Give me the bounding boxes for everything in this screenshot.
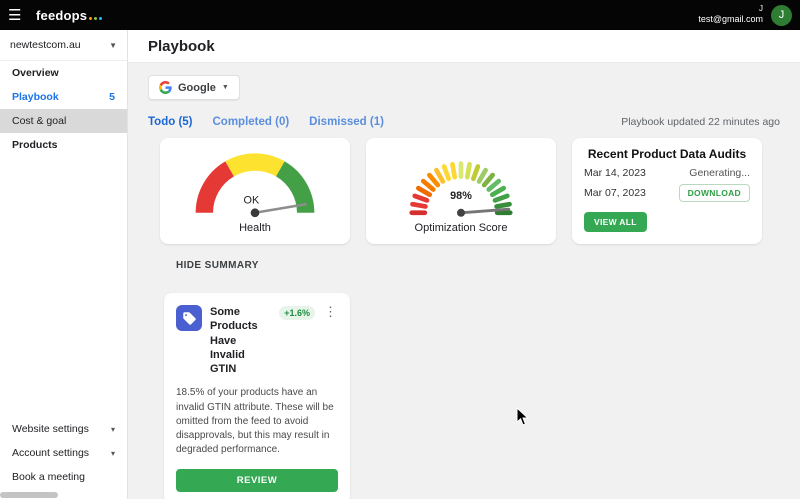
sidebar-item-account-settings[interactable]: Account settings ▾	[0, 441, 127, 465]
task-card-invalid-gtin: Some Products Have Invalid GTIN +1.6% ⋮ …	[164, 293, 350, 499]
horizontal-scrollbar[interactable]	[0, 492, 58, 498]
chevron-down-icon: ▾	[110, 448, 115, 458]
audit-status: Generating...	[689, 167, 750, 179]
site-selector-value: newtestcom.au	[10, 39, 81, 51]
sidebar-item-playbook[interactable]: Playbook 5	[0, 85, 127, 109]
audit-row: Mar 07, 2023 DOWNLOAD	[584, 184, 750, 202]
health-value: OK	[244, 194, 260, 206]
tab-dismissed[interactable]: Dismissed (1)	[309, 116, 384, 128]
health-gauge-card: OK Health	[160, 138, 350, 244]
recent-audits-card: Recent Product Data Audits Mar 14, 2023 …	[572, 138, 762, 244]
user-name: J	[759, 4, 763, 14]
health-gauge-label: Health	[239, 222, 271, 234]
hide-summary-toggle[interactable]: HIDE SUMMARY	[176, 260, 259, 271]
tab-todo[interactable]: Todo (5)	[148, 116, 193, 128]
task-title: Some Products Have Invalid GTIN	[210, 306, 258, 376]
playbook-count-badge: 5	[109, 91, 115, 103]
task-description: 18.5% of your products have an invalid G…	[176, 387, 334, 456]
avatar[interactable]: J	[771, 4, 792, 26]
channel-selector-button[interactable]: Google ▼	[148, 75, 240, 100]
topbar: ☰ feedops J test@gmail.com J	[0, 0, 800, 30]
google-logo-icon	[159, 81, 172, 94]
tag-icon	[176, 305, 202, 331]
health-gauge: OK	[195, 153, 315, 218]
sidebar-item-overview[interactable]: Overview	[0, 61, 127, 85]
page-title: Playbook	[148, 37, 215, 55]
brand-logo: feedops	[36, 7, 103, 23]
brand-text: feedops	[36, 7, 88, 23]
caret-down-icon: ▼	[221, 84, 229, 91]
main-content: Playbook Google ▼ Todo (5) Completed (0)…	[128, 30, 800, 499]
optimization-gauge-label: Optimization Score	[414, 222, 508, 234]
user-info: J test@gmail.com	[698, 4, 763, 25]
playbook-updated-text: Playbook updated 22 minutes ago	[621, 116, 780, 128]
chevron-down-icon: ▼	[109, 40, 117, 50]
brand-dots-icon	[89, 16, 103, 20]
page-header: Playbook	[128, 30, 800, 63]
tabs-row: Todo (5) Completed (0) Dismissed (1) Pla…	[148, 116, 780, 128]
sidebar-item-products[interactable]: Products	[0, 133, 127, 157]
hamburger-menu-icon[interactable]: ☰	[8, 8, 30, 23]
sidebar-item-cost-and-goal[interactable]: Cost & goal	[0, 109, 127, 133]
app-window: ☰ feedops J test@gmail.com J newtestcom.…	[0, 0, 800, 499]
audit-date: Mar 14, 2023	[584, 167, 646, 179]
site-selector-dropdown[interactable]: newtestcom.au ▼	[0, 30, 127, 61]
sidebar: newtestcom.au ▼ Overview Playbook 5 Cost…	[0, 30, 128, 499]
tab-completed[interactable]: Completed (0)	[213, 116, 290, 128]
download-button[interactable]: DOWNLOAD	[678, 184, 750, 202]
sidebar-item-website-settings[interactable]: Website settings ▾	[0, 417, 127, 441]
more-options-icon[interactable]: ⋮	[323, 305, 338, 318]
optimization-value: 98%	[450, 190, 472, 202]
view-all-button[interactable]: VIEW ALL	[584, 212, 647, 232]
audits-title: Recent Product Data Audits	[587, 147, 747, 161]
channel-selector-label: Google	[178, 81, 216, 94]
optimization-gauge-card: 98% Optimization Score	[366, 138, 556, 244]
summary-cards: OK Health 98% Optimization Score Recent …	[160, 138, 780, 244]
optimization-gauge: 98%	[409, 161, 513, 217]
chevron-down-icon: ▾	[110, 424, 115, 434]
sidebar-item-book-a-meeting[interactable]: Book a meeting	[0, 465, 127, 489]
user-email: test@gmail.com	[698, 14, 763, 25]
sidebar-footer: Website settings ▾ Account settings ▾ Bo…	[0, 417, 127, 489]
impact-badge: +1.6%	[279, 306, 315, 320]
review-button[interactable]: REVIEW	[176, 469, 338, 493]
audit-row: Mar 14, 2023 Generating...	[584, 167, 750, 179]
audit-date: Mar 07, 2023	[584, 187, 646, 199]
